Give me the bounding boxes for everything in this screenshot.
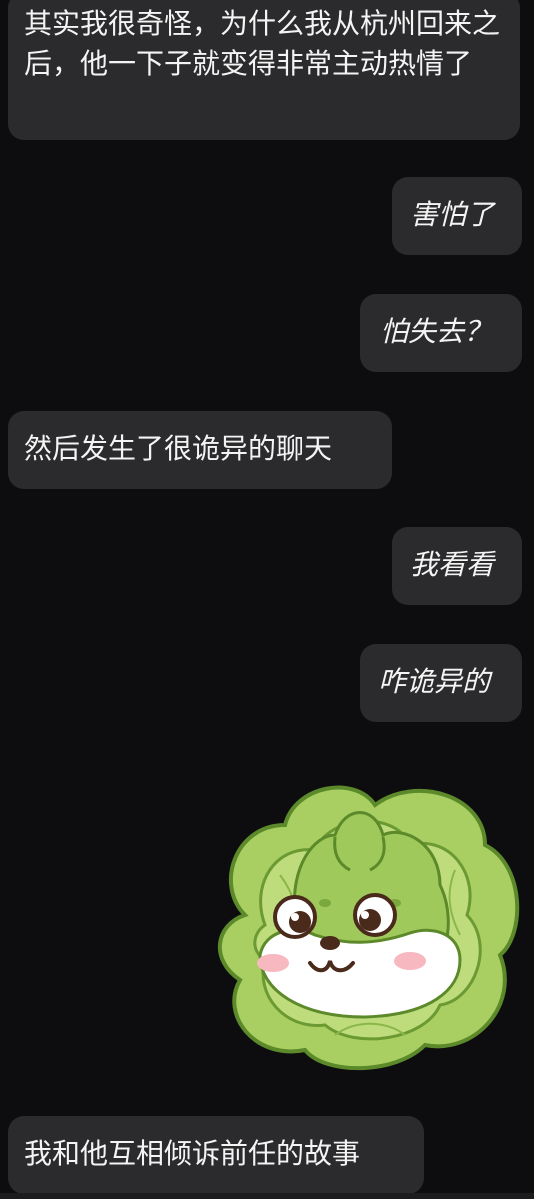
message-bubble-received[interactable]: 我和他互相倾诉前任的故事 (8, 1116, 424, 1194)
message-bubble-sent[interactable]: 害怕了 (392, 177, 522, 255)
message-text: 我和他互相倾诉前任的故事 (24, 1137, 361, 1170)
message-bubble-received[interactable]: 其实我很奇怪，为什么我从杭州回来之后，他一下子就变得非常主动热情了 (8, 0, 520, 140)
message-text: 怕失去？ (380, 315, 493, 348)
message-text: 咋诡异的 (378, 665, 491, 698)
message-bubble-sent[interactable]: 怕失去？ (360, 294, 522, 372)
chat-window: 其实我很奇怪，为什么我从杭州回来之后，他一下子就变得非常主动热情了 害怕了 怕失… (0, 0, 534, 1199)
message-bubble-sent[interactable]: 我看看 (392, 527, 522, 605)
message-text: 害怕了 (410, 198, 495, 231)
message-text: 然后发生了很诡异的聊天 (24, 432, 333, 465)
message-bubble-received[interactable]: 然后发生了很诡异的聊天 (8, 411, 392, 489)
message-text: 我看看 (410, 548, 495, 581)
bottom-divider (0, 1193, 534, 1199)
cabbage-dog-sticker-icon[interactable] (205, 765, 523, 1075)
message-bubble-sent[interactable]: 咋诡异的 (360, 644, 522, 722)
message-text: 其实我很奇怪，为什么我从杭州回来之后，他一下子就变得非常主动热情了 (24, 7, 501, 80)
